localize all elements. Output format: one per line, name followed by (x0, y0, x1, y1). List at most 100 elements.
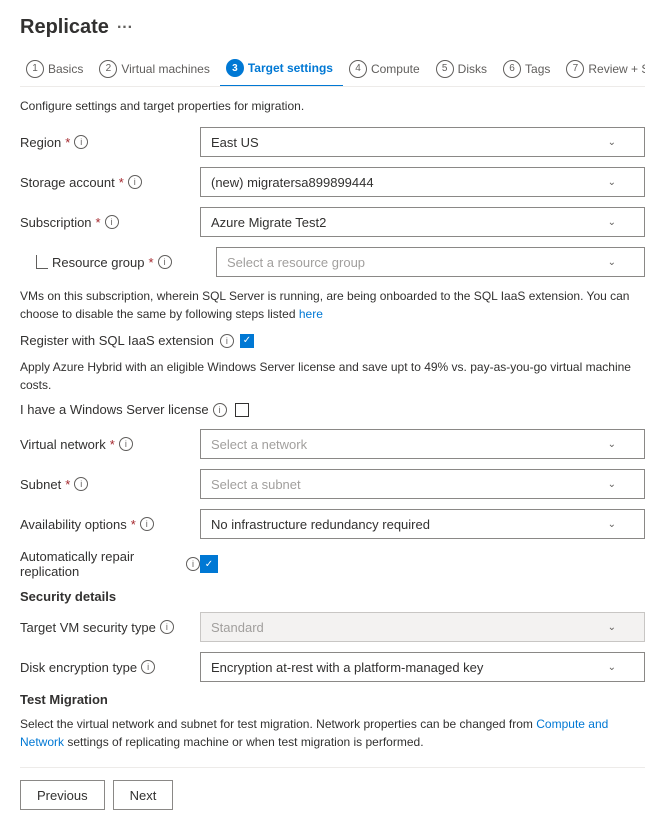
storage-account-row: Storage account * i (new) migratersa8998… (20, 167, 645, 197)
region-row: Region * i East US ⌄ (20, 127, 645, 157)
step-virtual-machines[interactable]: 2 Virtual machines (93, 52, 220, 86)
step-label-review: Review + Start replication (588, 62, 645, 76)
availability-value: No infrastructure redundancy required (211, 517, 430, 532)
region-required: * (65, 135, 70, 150)
resource-group-placeholder: Select a resource group (227, 255, 365, 270)
step-number-vm: 2 (99, 60, 117, 78)
step-review[interactable]: 7 Review + Start replication (560, 52, 645, 86)
auto-repair-info-icon[interactable]: i (186, 557, 200, 571)
subscription-value: Azure Migrate Test2 (211, 215, 326, 230)
step-label-vm: Virtual machines (121, 62, 210, 76)
test-migration-description: Select the virtual network and subnet fo… (20, 715, 645, 751)
resource-group-info-icon[interactable]: i (158, 255, 172, 269)
windows-license-row: I have a Windows Server license i (20, 402, 645, 417)
form-description: Configure settings and target properties… (20, 99, 645, 113)
sql-info-link[interactable]: here (299, 307, 323, 321)
resource-group-dropdown-arrow: ⌄ (608, 257, 616, 268)
virtual-network-row: Virtual network * i Select a network ⌄ (20, 429, 645, 459)
subscription-dropdown[interactable]: Azure Migrate Test2 ⌄ (200, 207, 645, 237)
region-info-icon[interactable]: i (74, 135, 88, 149)
storage-info-icon[interactable]: i (128, 175, 142, 189)
subscription-row: Subscription * i Azure Migrate Test2 ⌄ (20, 207, 645, 237)
step-target-settings[interactable]: 3 Target settings (220, 51, 343, 87)
region-dropdown[interactable]: East US ⌄ (200, 127, 645, 157)
step-number-disks: 5 (436, 60, 454, 78)
disk-encryption-label: Disk encryption type i (20, 660, 200, 675)
subnet-info-icon[interactable]: i (74, 477, 88, 491)
region-label: Region * i (20, 135, 200, 150)
sql-info-text: VMs on this subscription, wherein SQL Se… (20, 289, 629, 321)
step-label-tags: Tags (525, 62, 550, 76)
sql-register-checkmark: ✓ (243, 335, 251, 346)
auto-repair-row: Automatically repair replication i ✓ (20, 549, 645, 579)
target-vm-security-row: Target VM security type i Standard ⌄ (20, 612, 645, 642)
target-vm-security-value: Standard (211, 620, 264, 635)
availability-options-control: No infrastructure redundancy required ⌄ (200, 509, 645, 539)
windows-license-checkbox[interactable] (235, 403, 249, 417)
step-disks[interactable]: 5 Disks (430, 52, 497, 86)
bottom-buttons: Previous Next (20, 767, 645, 810)
indent-line (36, 255, 48, 269)
virtual-network-placeholder: Select a network (211, 437, 307, 452)
target-vm-security-info-icon[interactable]: i (160, 620, 174, 634)
step-basics[interactable]: 1 Basics (20, 52, 93, 86)
resource-group-required: * (149, 255, 154, 270)
resource-group-label: Resource group * i (52, 255, 216, 270)
subscription-dropdown-arrow: ⌄ (608, 217, 616, 228)
step-tags[interactable]: 6 Tags (497, 52, 560, 86)
storage-control: (new) migratersa899899444 ⌄ (200, 167, 645, 197)
step-number-basics: 1 (26, 60, 44, 78)
step-label-disks: Disks (458, 62, 487, 76)
disk-encryption-info-icon[interactable]: i (141, 660, 155, 674)
vnet-dropdown-arrow: ⌄ (608, 439, 616, 450)
subscription-info-icon[interactable]: i (105, 215, 119, 229)
resource-group-dropdown[interactable]: Select a resource group ⌄ (216, 247, 645, 277)
subscription-label: Subscription * i (20, 215, 200, 230)
subscription-control: Azure Migrate Test2 ⌄ (200, 207, 645, 237)
disk-encryption-control: Encryption at-rest with a platform-manag… (200, 652, 645, 682)
sql-register-checkbox[interactable]: ✓ (240, 334, 254, 348)
availability-dropdown-arrow: ⌄ (608, 519, 616, 530)
windows-license-info-icon[interactable]: i (213, 403, 227, 417)
virtual-network-dropdown[interactable]: Select a network ⌄ (200, 429, 645, 459)
sql-register-label: Register with SQL IaaS extension (20, 333, 214, 348)
previous-button[interactable]: Previous (20, 780, 105, 810)
disk-encryption-dropdown[interactable]: Encryption at-rest with a platform-manag… (200, 652, 645, 682)
subscription-required: * (96, 215, 101, 230)
wizard-steps: 1 Basics 2 Virtual machines 3 Target set… (20, 51, 645, 87)
step-number-target: 3 (226, 59, 244, 77)
windows-license-label: I have a Windows Server license i (20, 402, 227, 417)
apply-hybrid-text: Apply Azure Hybrid with an eligible Wind… (20, 358, 645, 394)
storage-account-dropdown[interactable]: (new) migratersa899899444 ⌄ (200, 167, 645, 197)
availability-info-icon[interactable]: i (140, 517, 154, 531)
subnet-dropdown[interactable]: Select a subnet ⌄ (200, 469, 645, 499)
sql-register-info-icon[interactable]: i (220, 334, 234, 348)
auto-repair-checkbox[interactable]: ✓ (200, 555, 218, 573)
virtual-network-control: Select a network ⌄ (200, 429, 645, 459)
subnet-control: Select a subnet ⌄ (200, 469, 645, 499)
step-number-review: 7 (566, 60, 584, 78)
step-compute[interactable]: 4 Compute (343, 52, 430, 86)
target-vm-security-control: Standard ⌄ (200, 612, 645, 642)
target-vm-security-dropdown[interactable]: Standard ⌄ (200, 612, 645, 642)
target-vm-security-label: Target VM security type i (20, 620, 200, 635)
next-button[interactable]: Next (113, 780, 174, 810)
region-value: East US (211, 135, 259, 150)
step-label-target: Target settings (248, 61, 333, 75)
auto-repair-control: ✓ (200, 555, 645, 574)
subnet-label: Subnet * i (20, 477, 200, 492)
ellipsis-menu-icon[interactable]: ··· (117, 19, 133, 37)
step-number-compute: 4 (349, 60, 367, 78)
vnet-info-icon[interactable]: i (119, 437, 133, 451)
storage-value: (new) migratersa899899444 (211, 175, 374, 190)
region-control: East US ⌄ (200, 127, 645, 157)
availability-options-dropdown[interactable]: No infrastructure redundancy required ⌄ (200, 509, 645, 539)
availability-options-label: Availability options * i (20, 517, 200, 532)
step-label-compute: Compute (371, 62, 420, 76)
auto-repair-checkmark: ✓ (205, 559, 213, 570)
auto-repair-label: Automatically repair replication i (20, 549, 200, 579)
test-migration-heading: Test Migration (20, 692, 645, 707)
disk-encryption-value: Encryption at-rest with a platform-manag… (211, 660, 483, 675)
subnet-dropdown-arrow: ⌄ (608, 479, 616, 490)
security-details-heading: Security details (20, 589, 645, 604)
